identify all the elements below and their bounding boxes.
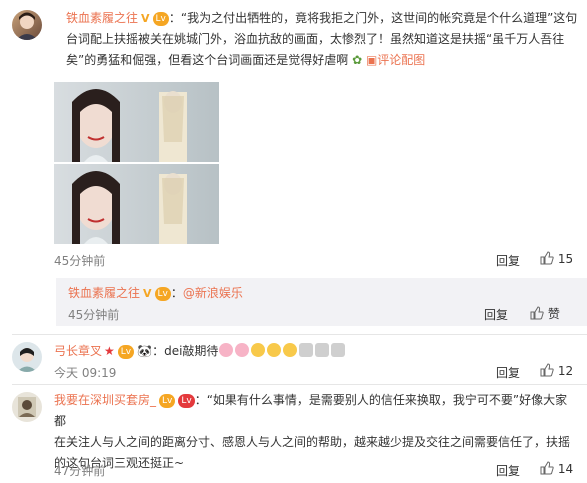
avatar[interactable]: [12, 10, 42, 40]
reply-button[interactable]: 回复: [484, 306, 508, 323]
image-icon: ▣: [365, 53, 378, 67]
red-level-badge-icon: Lv: [178, 393, 195, 408]
view-image-link[interactable]: ▣评论配图: [366, 53, 425, 67]
comment-text-line: 在关注人与人之间的距离分寸、感恩人与人之间的帮助，越来越少提及交往之间需要信任了…: [54, 435, 571, 449]
comment-photo[interactable]: [54, 82, 219, 162]
comment-text: dei敲期待: [164, 344, 219, 358]
username-link[interactable]: 铁血素履之往: [66, 11, 138, 25]
username-link[interactable]: 铁血素履之往: [68, 286, 140, 300]
reply-button[interactable]: 回复: [496, 252, 520, 269]
thumbs-up-icon: [540, 251, 554, 265]
comment-text-line: ：“我为之付出牺牲的，竟将我拒之门外，这世间的帐究竟是个什么道理”这句: [168, 11, 578, 25]
verified-v-icon: V: [141, 11, 150, 25]
reply-body: 铁血素履之往 V Lv ：@新浪娱乐: [68, 284, 243, 301]
reply-button[interactable]: 回复: [496, 364, 520, 381]
comment-time: 今天 09:19: [54, 366, 117, 380]
pig-emoji-icon: [235, 343, 250, 357]
divider: [12, 384, 587, 385]
mention-link[interactable]: @新浪娱乐: [183, 286, 243, 300]
comment-time: 45分钟前: [68, 308, 120, 322]
star-icon: ★: [104, 344, 115, 358]
pig-emoji-icon: [219, 343, 234, 357]
like-count: 12: [557, 364, 574, 378]
like-button[interactable]: 赞: [530, 305, 560, 322]
comment-text-line: 台词配上扶摇被关在姚城门外，浴血抗敌的画面，太惨烈了！虽然知道这是扶摇“虽千万人…: [66, 32, 565, 46]
comment-time: 47分钟前: [54, 464, 106, 478]
level-badge-icon: Lv: [159, 393, 176, 408]
avatar[interactable]: [12, 392, 42, 422]
scared-emoji-icon: [251, 343, 266, 357]
reply-text-prefix: ：: [170, 286, 183, 300]
thumbs-up-icon: [530, 306, 544, 320]
comment-1-body: 铁血素履之往 V Lv ：“我为之付出牺牲的，竟将我拒之门外，这世间的帐究竟是个什么道…: [66, 8, 581, 71]
like-label: 赞: [547, 307, 560, 321]
avatar[interactable]: [12, 342, 42, 372]
like-count: 14: [557, 462, 574, 476]
thumbs-up-icon: [540, 461, 554, 475]
comment-time: 45分钟前: [54, 254, 106, 268]
level-badge-icon: Lv: [154, 286, 171, 301]
username-link[interactable]: 我要在深圳买套房_: [54, 393, 156, 407]
colon: ：: [152, 344, 165, 358]
like-count: 15: [557, 252, 574, 266]
like-button[interactable]: 15: [540, 251, 573, 266]
level-badge-icon: Lv: [117, 344, 135, 359]
username-link[interactable]: 弓长章叉: [54, 344, 102, 358]
reply-box: 铁血素履之往 V Lv ：@新浪娱乐 45分钟前 回复 赞: [56, 278, 587, 326]
level-badge-icon: Lv: [152, 11, 169, 26]
comment-3-body: 弓长章叉 ★ Lv 🐼：dei敲期待: [54, 342, 346, 360]
microphone-emoji-icon: [299, 343, 314, 357]
comment-text-line: 矣”的勇猛和倔强，但看这个台词画面还是觉得好虐啊: [66, 53, 349, 67]
like-button[interactable]: 14: [540, 461, 573, 476]
reply-button[interactable]: 回复: [496, 462, 520, 479]
scared-emoji-icon: [267, 343, 282, 357]
divider: [12, 334, 587, 335]
scared-emoji-icon: [283, 343, 298, 357]
thumbs-up-icon: [540, 363, 554, 377]
verified-v-icon: V: [143, 286, 152, 300]
comment-photo[interactable]: [54, 164, 219, 244]
panda-icon: 🐼: [137, 344, 153, 358]
like-button[interactable]: 12: [540, 363, 573, 378]
leaf-emoji-icon: ✿: [352, 53, 363, 67]
microphone-emoji-icon: [331, 343, 346, 357]
view-image-label: 评论配图: [377, 53, 426, 67]
microphone-emoji-icon: [315, 343, 330, 357]
